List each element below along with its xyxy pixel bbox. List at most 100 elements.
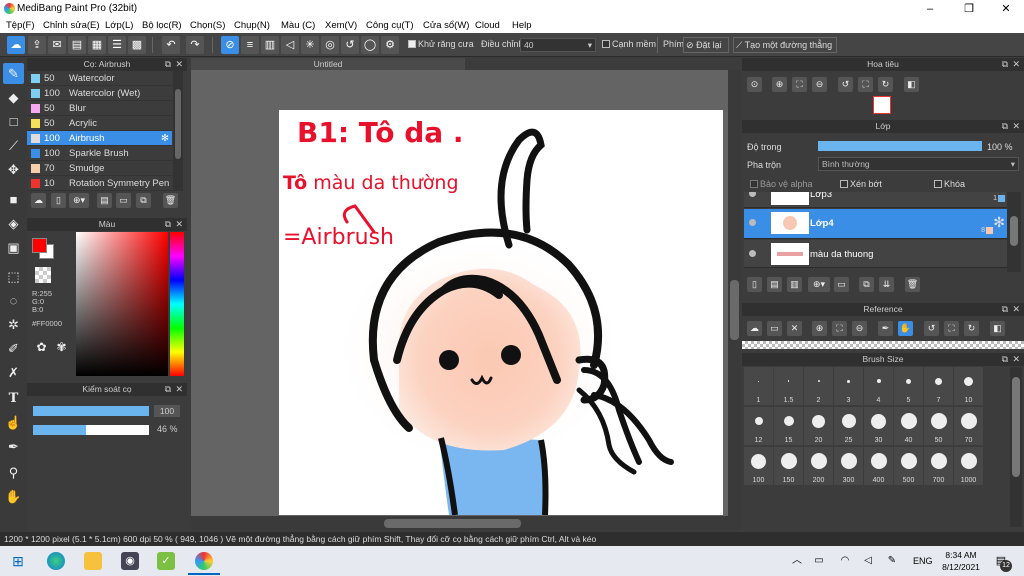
brush-size-option[interactable]: 1000 bbox=[954, 447, 983, 485]
menu-help[interactable]: Help bbox=[512, 20, 532, 31]
layer-list-scrollbar[interactable] bbox=[1007, 192, 1021, 272]
battery-icon[interactable]: ▭ bbox=[810, 552, 828, 570]
reset-rotation-icon[interactable]: ⛶ bbox=[858, 77, 873, 92]
new-layer-8bit-icon[interactable]: ▤ bbox=[767, 277, 782, 292]
wifi-icon[interactable]: ◠ bbox=[836, 552, 854, 570]
undo-icon[interactable]: ↶ bbox=[162, 36, 180, 54]
actual-size-icon[interactable]: ⛶ bbox=[792, 77, 807, 92]
menu-layer[interactable]: Lớp(L) bbox=[105, 20, 133, 31]
zoom-out-icon[interactable]: ⊖ bbox=[852, 321, 867, 336]
add-layer-menu-icon[interactable]: ⊕▾ bbox=[808, 277, 830, 292]
gear-icon[interactable]: ✻ bbox=[161, 131, 169, 146]
navigator-thumbnail[interactable] bbox=[873, 96, 891, 114]
clock[interactable]: 8:34 AM 8/12/2021 bbox=[938, 549, 984, 573]
undock-icon[interactable]: ⧉ bbox=[1002, 353, 1008, 366]
saturation-value-picker[interactable] bbox=[76, 232, 168, 376]
hand-icon[interactable]: ✋ bbox=[898, 321, 913, 336]
chevron-up-icon[interactable]: ︿ bbox=[788, 552, 806, 570]
menu-select[interactable]: Chọn(S) bbox=[190, 20, 225, 31]
select-rect-icon[interactable]: ⬚ bbox=[3, 266, 24, 287]
dot-pen-icon[interactable]: ⟋ bbox=[3, 135, 24, 156]
minimize-button[interactable]: – bbox=[912, 0, 948, 18]
hue-slider[interactable] bbox=[170, 232, 184, 376]
edge-browser-icon[interactable] bbox=[47, 552, 65, 570]
duplicate-layer-icon[interactable]: ⧉ bbox=[859, 277, 874, 292]
move-tool-icon[interactable]: ✥ bbox=[3, 159, 24, 180]
brush-size-option[interactable]: 15 bbox=[774, 407, 803, 445]
protect-alpha-checkbox[interactable]: Bảo vệ alpha bbox=[750, 179, 813, 189]
flip-icon[interactable]: ◧ bbox=[904, 77, 919, 92]
windows-start-icon[interactable]: ⊞ bbox=[9, 552, 27, 570]
adjust-dropdown[interactable]: 40 ▾ bbox=[520, 38, 596, 52]
brush-size-option[interactable]: 300 bbox=[834, 447, 863, 485]
brush-size-option[interactable]: 50 bbox=[924, 407, 953, 445]
fill-rect-icon[interactable]: ■ bbox=[3, 189, 24, 210]
new-layer-1bit-icon[interactable]: ▥ bbox=[787, 277, 802, 292]
divide-tool-icon[interactable]: ✒ bbox=[3, 436, 24, 457]
eraser-tool-icon[interactable]: ◆ bbox=[3, 87, 24, 108]
menu-filter[interactable]: Bộ lọc(R) bbox=[142, 20, 182, 31]
reset-button[interactable]: ⊘ Đặt lại bbox=[683, 37, 729, 53]
brush-size-option[interactable]: 1.5 bbox=[774, 367, 803, 405]
undock-icon[interactable]: ⧉ bbox=[1002, 303, 1008, 316]
flip-icon[interactable]: ◧ bbox=[990, 321, 1005, 336]
document-icon[interactable]: ▦ bbox=[88, 36, 106, 54]
brush-size-option[interactable]: 10 bbox=[954, 367, 983, 405]
language-indicator[interactable]: ENG bbox=[913, 556, 933, 566]
clipping-checkbox[interactable]: Xén bớt bbox=[840, 179, 882, 189]
snap-radial-icon[interactable]: ✳ bbox=[301, 36, 319, 54]
snap-grid-icon[interactable]: ▥ bbox=[261, 36, 279, 54]
maximize-button[interactable]: ❐ bbox=[951, 0, 987, 18]
brush-size-option[interactable]: 400 bbox=[864, 447, 893, 485]
brush-size-option[interactable]: 70 bbox=[954, 407, 983, 445]
brush-size-option[interactable]: 700 bbox=[924, 447, 953, 485]
brush-size-option[interactable]: 2 bbox=[804, 367, 833, 405]
text-tool-icon[interactable]: T bbox=[3, 388, 24, 409]
brush-item[interactable]: 50 Watercolor bbox=[27, 71, 172, 86]
select-pen-icon[interactable]: ✐ bbox=[3, 338, 24, 359]
actual-size-icon[interactable]: ⛶ bbox=[832, 321, 847, 336]
layer-opacity-slider[interactable] bbox=[818, 141, 982, 151]
layer-folder-icon[interactable]: ▭ bbox=[834, 277, 849, 292]
merge-layer-icon[interactable]: ⇊ bbox=[879, 277, 894, 292]
menu-edit[interactable]: Chỉnh sửa(E) bbox=[43, 20, 100, 31]
brush-size-option[interactable]: 7 bbox=[924, 367, 953, 405]
menu-view[interactable]: Xem(V) bbox=[325, 20, 357, 31]
brush-opacity-slider[interactable] bbox=[33, 425, 149, 435]
zoom-in-icon[interactable]: ⊕ bbox=[772, 77, 787, 92]
smooth-edge-checkbox[interactable]: Cạnh mềm bbox=[602, 39, 656, 49]
reference-open-icon[interactable]: ▭ bbox=[767, 321, 782, 336]
gradient-icon[interactable]: ▣ bbox=[3, 237, 24, 258]
brush-tool-icon[interactable]: ✎ bbox=[3, 63, 24, 84]
close-icon[interactable]: ✕ bbox=[175, 383, 183, 396]
cloud-brush-icon[interactable]: ☁ bbox=[31, 193, 46, 208]
file-explorer-icon[interactable] bbox=[84, 552, 102, 570]
zoom-fit-icon[interactable]: ⊙ bbox=[747, 77, 762, 92]
zalo-icon[interactable]: ✓ bbox=[157, 552, 175, 570]
hand-tool-icon[interactable]: ✋ bbox=[3, 486, 24, 507]
color-picker-icon[interactable]: ✾ bbox=[54, 340, 69, 355]
brush-size-option[interactable]: 3 bbox=[834, 367, 863, 405]
bucket-icon[interactable]: ◈ bbox=[3, 213, 24, 234]
chat-icon[interactable]: ▤ bbox=[68, 36, 86, 54]
undock-icon[interactable]: ⧉ bbox=[1002, 58, 1008, 71]
brush-size-option[interactable]: 150 bbox=[774, 447, 803, 485]
grid-icon[interactable]: ▩ bbox=[128, 36, 146, 54]
eyedropper-icon[interactable]: ✒ bbox=[878, 321, 893, 336]
lock-checkbox[interactable]: Khóa bbox=[934, 179, 965, 189]
list-icon[interactable]: ☰ bbox=[108, 36, 126, 54]
undock-icon[interactable]: ⧉ bbox=[165, 58, 171, 71]
antialias-checkbox[interactable]: Khử răng cưa bbox=[408, 39, 474, 49]
rectangle-tool-icon[interactable]: □ bbox=[3, 111, 24, 132]
close-icon[interactable]: ✕ bbox=[1012, 303, 1020, 316]
zoom-out-icon[interactable]: ⊖ bbox=[812, 77, 827, 92]
brush-size-option[interactable]: 30 bbox=[864, 407, 893, 445]
line-button[interactable]: ⟋ Tạo một đường thẳng bbox=[733, 37, 837, 53]
rotate-left-icon[interactable]: ↺ bbox=[924, 321, 939, 336]
camera-app-icon[interactable]: ◉ bbox=[121, 552, 139, 570]
close-icon[interactable]: ✕ bbox=[1012, 353, 1020, 366]
close-icon[interactable]: ✕ bbox=[175, 58, 183, 71]
share-icon[interactable]: ⇪ bbox=[28, 36, 46, 54]
reset-rotation-icon[interactable]: ⛶ bbox=[944, 321, 959, 336]
brush-item[interactable]: 50 Acrylic bbox=[27, 116, 172, 131]
